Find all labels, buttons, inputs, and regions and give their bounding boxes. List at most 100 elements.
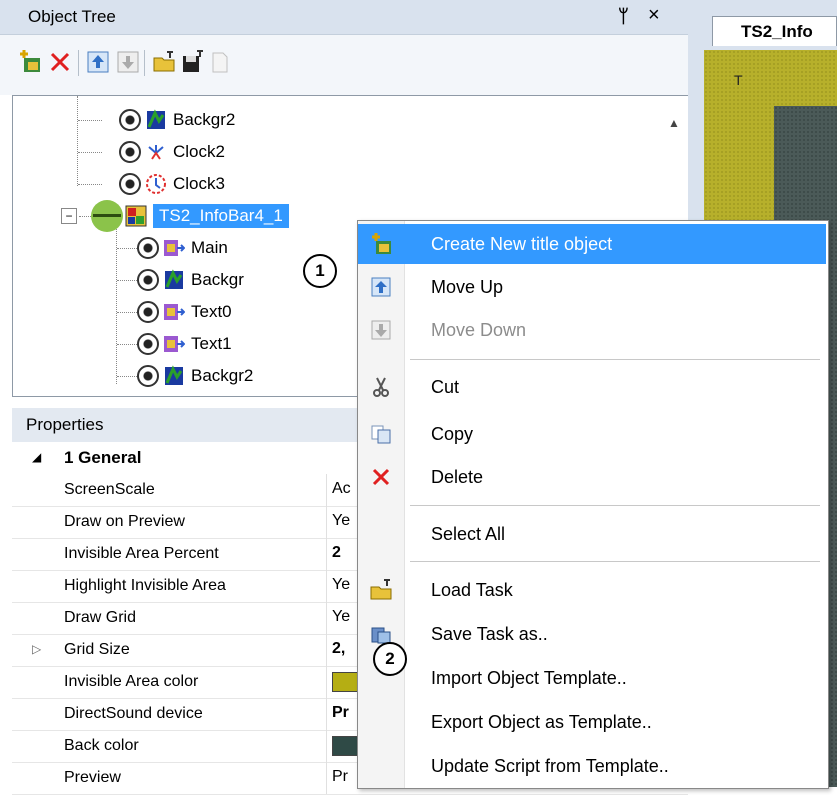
move-down-icon[interactable]: [116, 50, 140, 74]
collapse-toggle[interactable]: −: [61, 208, 77, 224]
menu-item-export-object-as-template[interactable]: Export Object as Template..: [358, 702, 826, 742]
menu-item-label: Save Task as..: [431, 623, 548, 644]
toolbar-separator: [144, 50, 145, 76]
visibility-eye-icon[interactable]: [137, 333, 159, 355]
save-task-icon[interactable]: [180, 50, 204, 74]
collapse-arrow-icon[interactable]: ◢: [32, 450, 41, 464]
menu-item-move-up[interactable]: Move Up: [358, 267, 826, 307]
scroll-up-arrow[interactable]: ▲: [668, 116, 680, 130]
menu-item-label: Export Object as Template..: [431, 711, 652, 732]
menu-item-delete[interactable]: Delete: [358, 457, 826, 497]
callout-1: 1: [303, 254, 337, 288]
load-task-icon: [370, 579, 392, 601]
object-tree-title: Object Tree: [28, 7, 116, 26]
tree-connector: [78, 184, 102, 185]
property-value[interactable]: Ye: [332, 576, 350, 594]
menu-item-label: Cut: [431, 376, 460, 397]
move-up-icon[interactable]: [86, 50, 110, 74]
tree-guide-line: [77, 96, 78, 186]
tree-item-label: Backgr: [191, 270, 244, 289]
delete-icon[interactable]: [48, 50, 72, 74]
property-value[interactable]: Pr: [332, 704, 349, 722]
move-down-icon: [370, 319, 392, 341]
tree-item[interactable]: Backgr: [117, 264, 244, 296]
copy-icon: [370, 423, 392, 445]
property-name: Draw Grid: [64, 609, 137, 626]
tab-document[interactable]: TS2_Info: [712, 16, 837, 46]
delete-icon: [370, 466, 392, 488]
visibility-eye-icon[interactable]: [137, 365, 159, 387]
canvas-marker: T: [734, 72, 743, 88]
property-divider: [326, 730, 327, 762]
menu-item-select-all[interactable]: Select All: [358, 514, 826, 554]
scissors-icon: [370, 376, 392, 398]
background-object-icon: [165, 269, 183, 289]
tree-item[interactable]: Backgr2: [117, 360, 253, 392]
tree-item-label: Text0: [191, 302, 232, 321]
text-object-icon: [164, 336, 185, 352]
property-value[interactable]: Ac: [332, 480, 351, 498]
visibility-eye-icon[interactable]: [137, 237, 159, 259]
tree-item[interactable]: Backgr2: [78, 104, 236, 136]
menu-item-label: Create New title object: [431, 233, 613, 254]
expand-arrow-icon[interactable]: ▷: [32, 642, 41, 656]
menu-item-copy[interactable]: Copy: [358, 414, 826, 454]
tree-item-label: Backgr2: [173, 110, 236, 129]
pin-icon[interactable]: ᛘ: [618, 6, 629, 27]
tree-connector: [78, 152, 102, 153]
property-divider: [326, 634, 327, 666]
visibility-eye-icon[interactable]: [119, 173, 141, 195]
property-name: DirectSound device: [64, 705, 203, 722]
property-divider: [326, 602, 327, 634]
menu-item-label: Move Up: [431, 276, 504, 297]
property-name: Back color: [64, 737, 139, 754]
tree-item[interactable]: Text0: [117, 296, 232, 328]
visibility-toggle-icon[interactable]: [91, 200, 123, 232]
menu-item-label: Copy: [431, 423, 474, 444]
menu-item-save-task-as[interactable]: Save Task as..: [358, 614, 826, 654]
tree-connector: [117, 376, 137, 377]
property-divider: [326, 506, 327, 538]
property-value[interactable]: Ye: [332, 608, 350, 626]
object-tree-toolbar: [0, 35, 688, 95]
property-name: Draw on Preview: [64, 513, 185, 530]
property-value[interactable]: Pr: [332, 768, 348, 786]
property-value[interactable]: Ye: [332, 512, 350, 530]
callout-2: 2: [373, 642, 407, 676]
visibility-eye-icon[interactable]: [137, 269, 159, 291]
tree-item-label: Clock2: [173, 142, 225, 161]
tree-connector: [117, 248, 137, 249]
text-object-icon: [164, 304, 185, 320]
tree-connector: [79, 215, 91, 217]
property-value[interactable]: 2,: [332, 640, 345, 658]
property-value[interactable]: 2: [332, 544, 341, 562]
property-name: Preview: [64, 769, 121, 786]
menu-item-update-script-from-template[interactable]: Update Script from Template..: [358, 746, 826, 786]
load-task-icon[interactable]: [152, 50, 176, 74]
tree-item-selected[interactable]: − TS2_InfoBar4_1: [61, 200, 289, 232]
property-name: Invisible Area color: [64, 673, 199, 690]
menu-item-label: Select All: [431, 523, 506, 544]
visibility-eye-icon[interactable]: [137, 301, 159, 323]
tree-item[interactable]: Clock2: [78, 136, 225, 168]
close-icon[interactable]: ×: [648, 4, 660, 27]
menu-item-import-object-template[interactable]: Import Object Template..: [358, 658, 826, 698]
tree-item[interactable]: Main: [117, 232, 228, 264]
new-document-icon[interactable]: [208, 50, 232, 74]
visibility-eye-icon[interactable]: [119, 109, 141, 131]
background-object-icon: [165, 365, 183, 385]
visibility-eye-icon[interactable]: [119, 141, 141, 163]
tree-item[interactable]: Text1: [117, 328, 232, 360]
tree-item-label: Text1: [191, 334, 232, 353]
toolbar-separator: [78, 50, 79, 76]
menu-item-create-new-title-object[interactable]: Create New title object: [358, 224, 826, 264]
tree-connector: [117, 312, 137, 313]
property-divider: [326, 570, 327, 602]
menu-item-load-task[interactable]: Load Task: [358, 570, 826, 610]
create-object-icon[interactable]: [18, 50, 42, 74]
menu-item-cut[interactable]: Cut: [358, 367, 826, 407]
tree-item-label: Main: [191, 238, 228, 257]
menu-item-move-down[interactable]: Move Down: [358, 310, 826, 350]
tree-guide-line: [116, 214, 117, 384]
tree-item[interactable]: Clock3: [78, 168, 225, 200]
